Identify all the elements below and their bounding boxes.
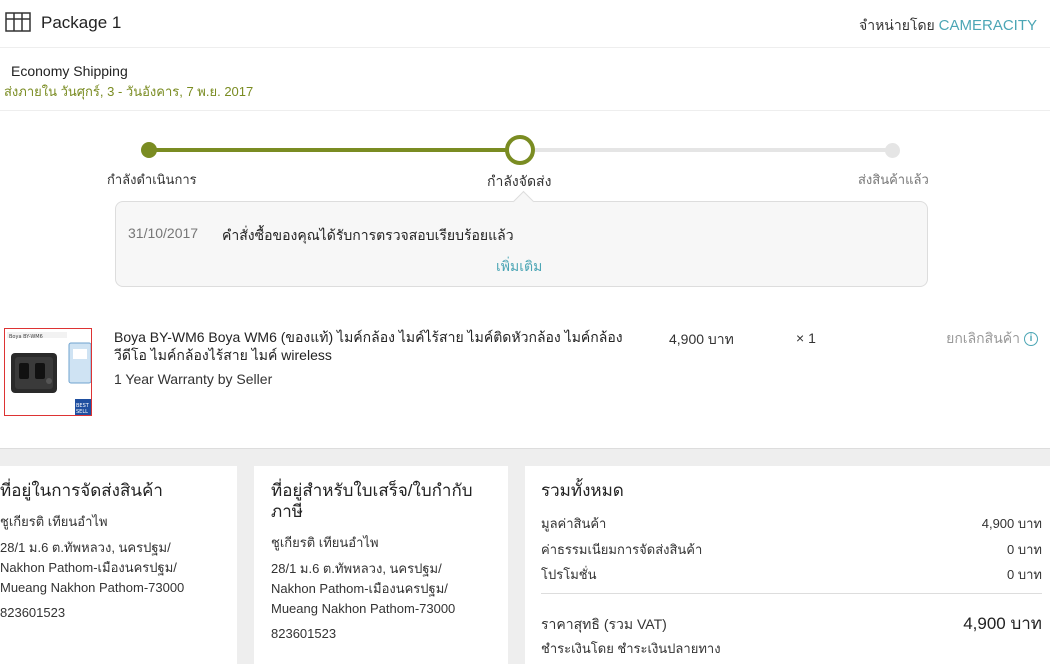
- step-label-delivered: ส่งสินค้าแล้ว: [858, 172, 929, 187]
- show-more-link[interactable]: เพิ่มเติม: [496, 256, 542, 278]
- step-label-shipping: กำลังจัดส่ง: [487, 173, 552, 189]
- summary-row-shipping-fee: ค่าธรรมเนียมการจัดส่งสินค้า 0 บาท: [541, 539, 1042, 560]
- billing-address-phone: 823601523: [271, 626, 337, 641]
- delivery-progress: กำลังดำเนินการ กำลังจัดส่ง ส่งสินค้าแล้ว…: [0, 112, 1050, 302]
- billing-address-card: ที่อยู่สำหรับใบเสร็จ/ใบกำกับภาษี ชูเกียร…: [254, 466, 508, 664]
- shipping-address-title: ที่อยู่ในการจัดส่งสินค้า: [0, 481, 163, 500]
- product-image[interactable]: Boya BY-WM6 BEST SELL: [4, 328, 92, 416]
- summary-divider: [541, 593, 1042, 594]
- progress-dot-processing: [141, 142, 157, 158]
- order-item: Boya BY-WM6 BEST SELL Boya BY-WM6 Boya W…: [0, 318, 1050, 448]
- seller-prefix: จำหน่ายโดย: [859, 17, 935, 33]
- summary-total: ราคาสุทธิ (รวม VAT) 4,900 บาท: [541, 610, 1042, 637]
- order-summary-card: รวมทั้งหมด มูลค่าสินค้า 4,900 บาท ค่าธรร…: [525, 466, 1050, 664]
- billing-address-title: ที่อยู่สำหรับใบเสร็จ/ใบกำกับภาษี: [271, 481, 473, 521]
- summary-row-value: 0 บาท: [1007, 542, 1042, 557]
- cancel-item-button[interactable]: ยกเลิกสินค้า i: [946, 328, 1038, 350]
- payment-method: ชำระเงินโดย ชำระเงินปลายทาง: [541, 641, 721, 656]
- summary-total-value: 4,900 บาท: [963, 614, 1042, 633]
- status-date: 31/10/2017: [128, 225, 199, 241]
- shipping-address-line: Nakhon Pathom-เมืองนครปฐม/: [0, 560, 177, 575]
- package-title: Package 1: [41, 13, 122, 32]
- shipping-address-card: ที่อยู่ในการจัดส่งสินค้า ชูเกียรติ เทียน…: [0, 466, 237, 664]
- progress-track-done: [149, 148, 520, 152]
- shipping-eta: ส่งภายใน วันศุกร์, 3 - วันอังคาร, 7 พ.ย.…: [4, 84, 254, 99]
- summary-row-subtotal: มูลค่าสินค้า 4,900 บาท: [541, 513, 1042, 534]
- shipping-address-phone: 823601523: [0, 605, 66, 620]
- summary-row-promotion: โปรโมชั่น 0 บาท: [541, 564, 1042, 585]
- shipping-method: Economy Shipping: [11, 63, 128, 79]
- summary-row-label: ค่าธรรมเนียมการจัดส่งสินค้า: [541, 542, 703, 557]
- package-header: Package 1 จำหน่ายโดย CAMERACITY: [0, 0, 1050, 48]
- status-message: คำสั่งซื้อของคุณได้รับการตรวจสอบเรียบร้อ…: [222, 227, 514, 243]
- seller-info: จำหน่ายโดย CAMERACITY: [859, 15, 1037, 37]
- progress-dot-delivered: [885, 143, 900, 158]
- seller-name-link[interactable]: CAMERACITY: [939, 17, 1037, 34]
- billing-address-line: 28/1 ม.6 ต.ทัพหลวง, นครปฐม/: [271, 561, 442, 576]
- summary-row-value: 0 บาท: [1007, 567, 1042, 582]
- shipping-address-lines: 28/1 ม.6 ต.ทัพหลวง, นครปฐม/ Nakhon Patho…: [0, 538, 230, 598]
- svg-text:Boya BY-WM6: Boya BY-WM6: [9, 334, 43, 340]
- product-quantity: × 1: [796, 330, 816, 346]
- product-price: 4,900 บาท: [669, 331, 734, 347]
- shipping-info: Economy Shipping ส่งภายใน วันศุกร์, 3 - …: [0, 49, 1050, 111]
- product-warranty: 1 Year Warranty by Seller: [114, 371, 273, 387]
- progress-dot-shipping: [505, 135, 535, 165]
- order-summary-title: รวมทั้งหมด: [541, 481, 624, 500]
- summary-total-label: ราคาสุทธิ (รวม VAT): [541, 616, 667, 632]
- billing-address-lines: 28/1 ม.6 ต.ทัพหลวง, นครปฐม/ Nakhon Patho…: [271, 559, 501, 619]
- billing-address-name: ชูเกียรติ เทียนอำไพ: [271, 535, 379, 550]
- progress-track-pending: [520, 148, 892, 152]
- shipping-address-name: ชูเกียรติ เทียนอำไพ: [0, 514, 108, 529]
- step-label-processing: กำลังดำเนินการ: [107, 172, 197, 187]
- shipping-address-line: 28/1 ม.6 ต.ทัพหลวง, นครปฐม/: [0, 540, 171, 555]
- billing-address-line: Mueang Nakhon Pathom-73000: [271, 601, 456, 616]
- package-icon: [5, 12, 31, 32]
- status-history-box: 31/10/2017 คำสั่งซื้อของคุณได้รับการตรวจ…: [115, 201, 928, 287]
- billing-address-line: Nakhon Pathom-เมืองนครปฐม/: [271, 581, 448, 596]
- summary-row-label: โปรโมชั่น: [541, 567, 597, 582]
- shipping-address-line: Mueang Nakhon Pathom-73000: [0, 580, 185, 595]
- svg-text:SELL: SELL: [76, 409, 88, 415]
- info-icon[interactable]: i: [1024, 332, 1038, 346]
- order-details-section: ที่อยู่ในการจัดส่งสินค้า ชูเกียรติ เทียน…: [0, 448, 1050, 664]
- product-thumbnail-graphic: Boya BY-WM6 BEST SELL: [5, 329, 91, 415]
- product-name-link[interactable]: Boya BY-WM6 Boya WM6 (ของแท้) ไมค์กล้อง …: [114, 328, 649, 364]
- summary-row-value: 4,900 บาท: [981, 516, 1042, 531]
- cancel-item-label: ยกเลิกสินค้า: [946, 330, 1020, 346]
- summary-row-label: มูลค่าสินค้า: [541, 516, 607, 531]
